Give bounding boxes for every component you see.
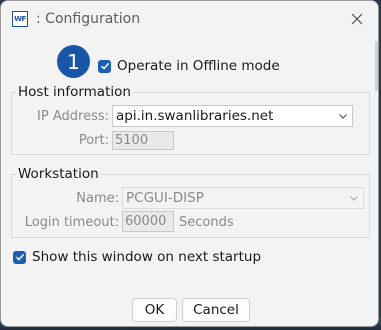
workstation-title: Workstation [16,166,101,182]
login-timeout-field[interactable]: 60000 [122,211,174,232]
chevron-down-icon [350,196,358,201]
ip-address-label: IP Address: [37,109,109,124]
show-on-startup-label: Show this window on next startup [32,249,262,265]
host-information-title: Host information [16,84,133,100]
step-badge: 1 [57,45,90,78]
port-label: Port: [78,133,109,148]
title-bar: WF : Configuration [1,1,378,37]
ip-address-value: api.in.swanlibraries.net [116,108,274,124]
chevron-down-icon [339,114,347,119]
show-on-startup-checkbox[interactable] [13,250,26,264]
checkmark-icon [15,253,24,261]
workstation-name-combobox[interactable]: PCGUI-DISP [122,187,364,209]
login-timeout-label: Login timeout: [24,215,119,230]
checkmark-icon [100,62,109,70]
configuration-dialog: WF : Configuration 1 Operate in Offline … [0,0,379,327]
offline-mode-label: Operate in Offline mode [117,58,280,74]
show-on-startup-checkbox-row[interactable]: Show this window on next startup [13,249,261,265]
offline-mode-checkbox-row[interactable]: Operate in Offline mode [98,58,280,74]
port-field[interactable]: 5100 [112,131,174,150]
close-button[interactable] [342,5,372,33]
cancel-button[interactable]: Cancel [182,298,250,322]
app-icon: WF [12,11,28,27]
workstation-name-value: PCGUI-DISP [126,190,204,206]
workstation-name-label: Name: [76,191,119,206]
close-icon [351,13,363,25]
dialog-edge-shadow [375,41,378,91]
offline-mode-checkbox[interactable] [98,59,111,73]
login-timeout-unit: Seconds [179,215,234,230]
app-icon-text: WF [14,15,26,23]
ok-button[interactable]: OK [132,298,177,322]
ip-address-combobox[interactable]: api.in.swanlibraries.net [112,105,353,127]
window-title: : Configuration [36,11,141,27]
